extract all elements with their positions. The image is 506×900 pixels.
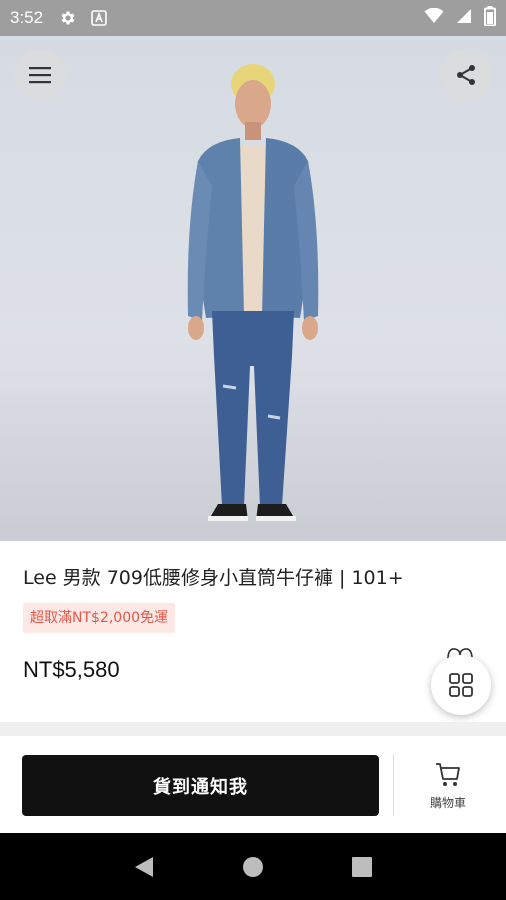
recents-icon[interactable] <box>351 856 373 878</box>
back-icon[interactable] <box>133 855 155 879</box>
a-letter-icon <box>91 10 107 26</box>
model-figure <box>187 64 319 521</box>
cart-button[interactable]: 購物車 <box>410 760 486 820</box>
battery-icon <box>484 6 496 30</box>
product-image[interactable] <box>0 36 506 541</box>
product-title: Lee 男款 709低腰修身小直筒牛仔褲 | 101+ <box>23 567 404 589</box>
cart-icon <box>436 763 460 786</box>
hamburger-icon <box>29 67 51 84</box>
vertical-divider <box>393 754 394 816</box>
settings-icon <box>59 9 77 27</box>
bottom-action-bar: 貨到通知我 購物車 <box>0 736 506 833</box>
status-time: 3:52 <box>10 8 44 27</box>
quick-menu-button[interactable] <box>431 655 491 715</box>
signal-icon <box>456 8 472 28</box>
home-icon[interactable] <box>242 856 264 878</box>
product-info: Lee 男款 709低腰修身小直筒牛仔褲 | 101+ 超取滿NT$2,000免… <box>0 541 506 721</box>
notify-me-button[interactable]: 貨到通知我 <box>22 755 379 816</box>
share-button[interactable] <box>440 49 492 101</box>
system-nav-bar <box>0 833 506 900</box>
product-price: NT$5,580 <box>23 657 120 682</box>
wifi-icon <box>424 7 444 28</box>
section-divider <box>0 722 506 736</box>
cart-label: 購物車 <box>429 796 466 810</box>
grid-icon <box>449 673 473 697</box>
promo-badge: 超取滿NT$2,000免運 <box>23 603 176 633</box>
share-icon <box>457 65 475 85</box>
menu-button[interactable] <box>14 49 66 101</box>
status-bar: 3:52 <box>0 0 506 36</box>
